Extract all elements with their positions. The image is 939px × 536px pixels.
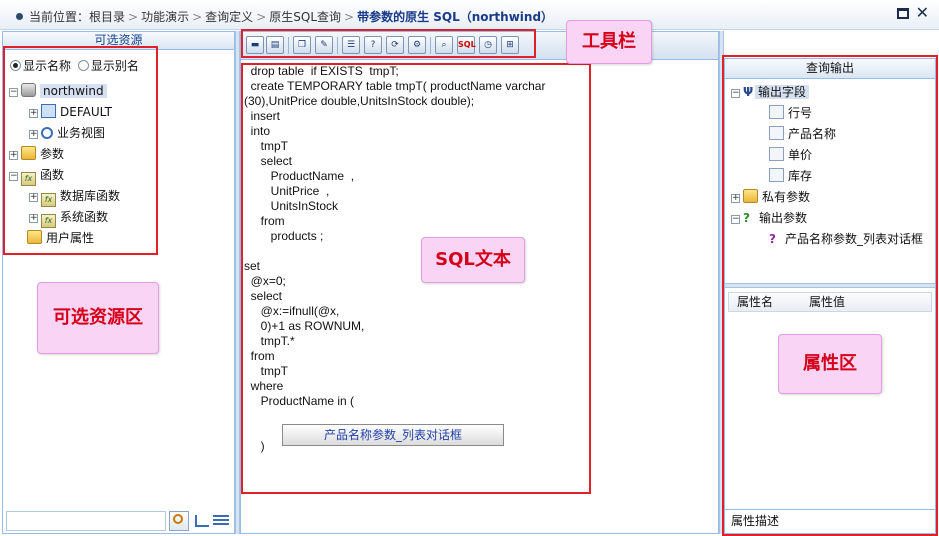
breadcrumb-item-root[interactable]: 根目录 [89,10,125,24]
list-view-icon[interactable] [213,515,229,527]
resource-search-input[interactable] [6,511,166,531]
callout-toolbar: 工具栏 [566,20,652,64]
breadcrumb: 当前位置：根目录 > 功能演示 > 查询定义 > 原生SQL查询 > 带参数的原生 SQL（no… [16,8,553,25]
tree-view-icon[interactable] [195,515,209,527]
resources-highlight [3,46,158,255]
title-bar: 当前位置：根目录 > 功能演示 > 查询定义 > 原生SQL查询 > 带参数的原生 SQL（no… [0,0,939,30]
callout-properties: 属性区 [778,334,882,394]
breadcrumb-item-query-def[interactable]: 查询定义 [205,10,253,24]
location-bullet-icon [16,13,23,20]
callout-sql: SQL文本 [421,237,525,283]
output-highlight [722,55,938,536]
toolbar-highlight [241,29,536,58]
callout-resources: 可选资源区 [37,282,159,354]
breadcrumb-prefix: 当前位置： [29,10,90,24]
sql-highlight [241,63,591,494]
breadcrumb-current: 带参数的原生 SQL（northwind） [357,10,554,24]
maximize-icon[interactable] [897,8,909,19]
breadcrumb-item-native-sql[interactable]: 原生SQL查询 [269,10,341,24]
close-icon[interactable]: ✕ [916,3,929,22]
breadcrumb-item-demo[interactable]: 功能演示 [141,10,189,24]
search-button[interactable] [169,511,189,531]
search-icon [173,514,183,524]
